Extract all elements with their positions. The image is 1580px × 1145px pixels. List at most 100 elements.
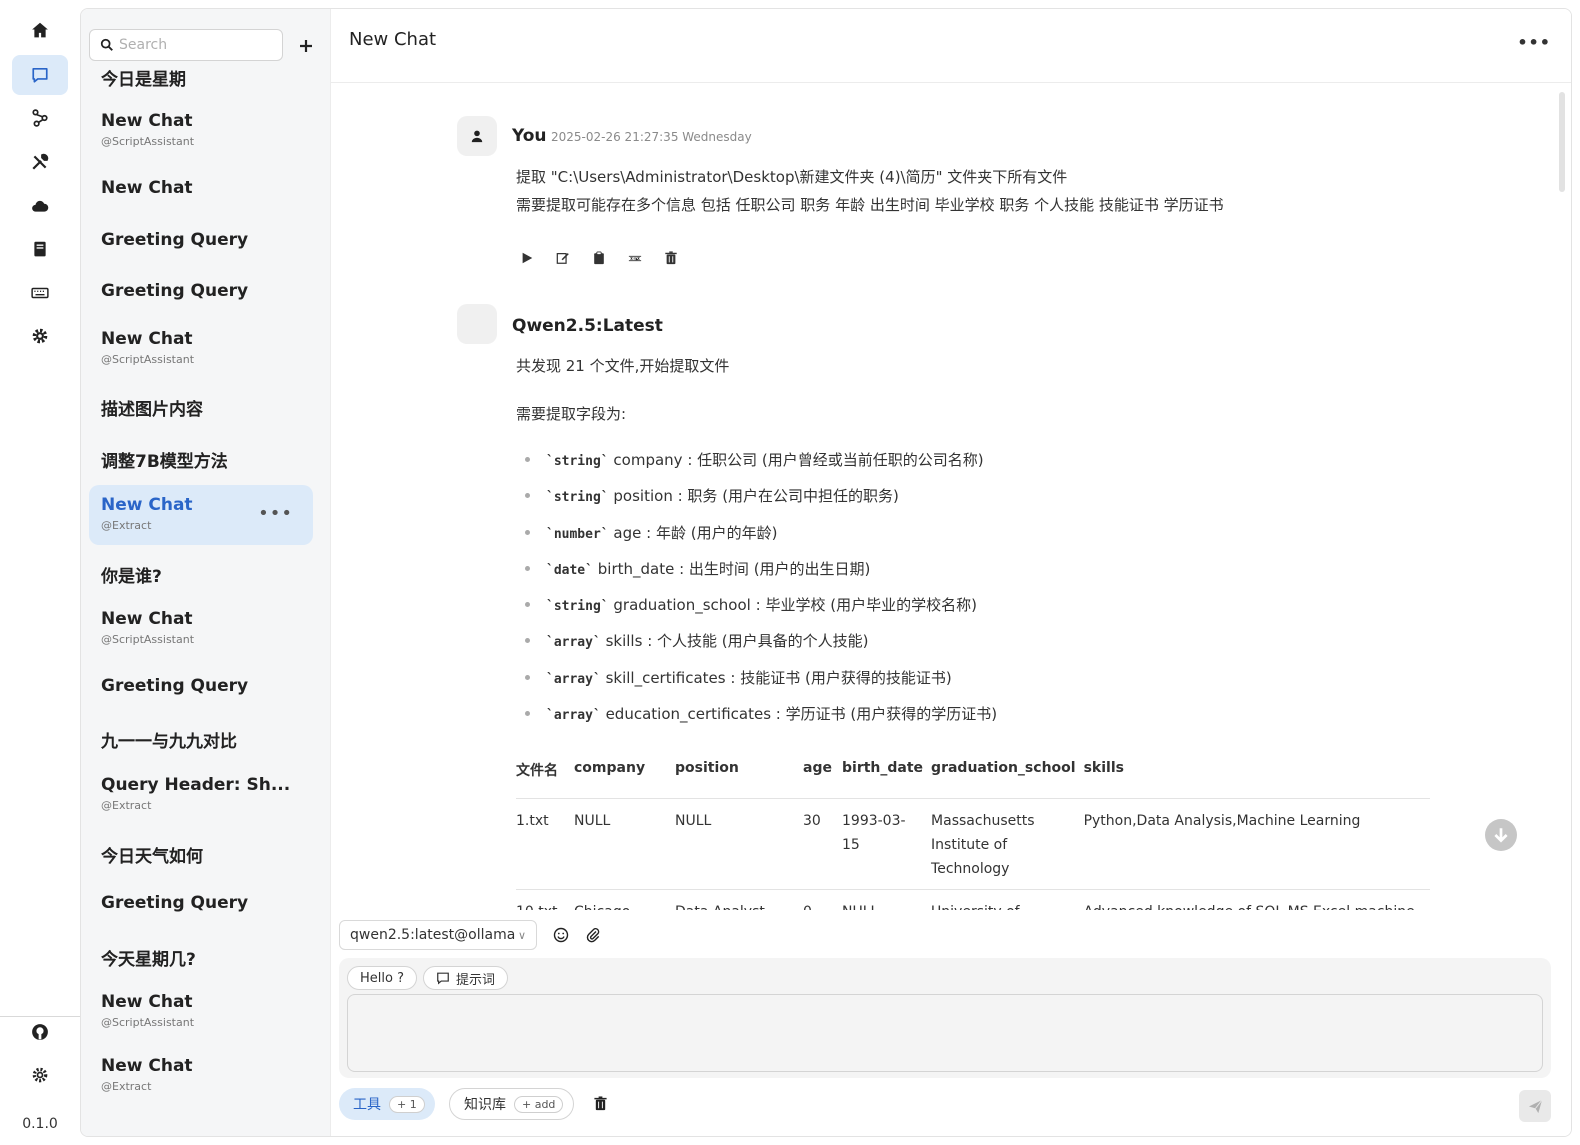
- chat-more-options-icon[interactable]: •••: [258, 503, 293, 524]
- composer: qwen2.5:latest@ollama ∨ Hello ? 提示词 工具 +…: [331, 910, 1571, 1136]
- search-box[interactable]: [89, 29, 283, 61]
- chat-list-item[interactable]: 今日天气如何: [89, 842, 313, 867]
- chat-title: 今日天气如何: [101, 847, 203, 867]
- sun-settings-icon[interactable]: [12, 1055, 68, 1095]
- chat-list-item[interactable]: 你是谁?: [89, 562, 313, 587]
- github-icon[interactable]: [12, 1012, 68, 1052]
- table-header-cell: graduation_school: [931, 760, 1084, 799]
- chat-assistant-tag: @Extract: [101, 1080, 152, 1093]
- chat-title: New Chat: [101, 1056, 193, 1076]
- chat-assistant-tag: @ScriptAssistant: [101, 353, 195, 366]
- scrollbar-thumb[interactable]: [1559, 92, 1565, 192]
- search-input[interactable]: [119, 37, 269, 53]
- chat-list-item[interactable]: Greeting Query: [89, 230, 313, 250]
- chat-list-item[interactable]: New Chat @Extract: [89, 1056, 313, 1093]
- prompt-library-button[interactable]: 提示词: [423, 966, 509, 990]
- user-icon: [471, 130, 483, 143]
- field-description: : 出生时间 (用户的出生日期): [679, 559, 871, 578]
- book-icon[interactable]: [12, 229, 68, 269]
- chat-title: 你是谁?: [101, 567, 162, 587]
- header-more-options-icon[interactable]: •••: [1517, 33, 1551, 52]
- app-version: 0.1.0: [22, 1116, 58, 1132]
- chat-title: Query Header: Sh...: [101, 775, 291, 795]
- chat-title: 今天星期几?: [101, 950, 196, 970]
- knowledge-base-button[interactable]: 知识库 + add: [449, 1088, 575, 1120]
- field-description: : 毕业学校 (用户毕业的学校名称): [755, 596, 977, 615]
- chat-list-item[interactable]: Query Header: Sh... @Extract: [89, 775, 313, 812]
- table-cell: Advanced knowledge of SQL,MS Excel,machi…: [1083, 889, 1430, 910]
- chat-list-item-truncated[interactable]: 今日是星期: [89, 65, 313, 90]
- chat-list-item[interactable]: Greeting Query: [89, 281, 313, 301]
- table-cell: Chicago: [574, 889, 675, 910]
- field-type: `number`: [546, 526, 609, 542]
- message-list: You 2025-02-26 21:27:35 Wednesday 提取 "C:…: [331, 84, 1571, 910]
- field-name: skills: [605, 632, 643, 651]
- attachment-icon[interactable]: [584, 926, 602, 944]
- chat-title: Greeting Query: [101, 230, 249, 250]
- quick-prompt-hello[interactable]: Hello ?: [347, 966, 417, 990]
- table-cell: Data Analyst and: [675, 889, 803, 910]
- play-icon[interactable]: [519, 250, 535, 266]
- home-icon[interactable]: [12, 10, 68, 50]
- table-header-cell: age: [803, 760, 842, 799]
- table-cell: University of: [931, 889, 1084, 910]
- message-sender: Qwen2.5:Latest: [512, 316, 663, 336]
- chip-label: 提示词: [456, 972, 496, 988]
- table-cell: Python,Data Analysis,Machine Learning: [1083, 798, 1430, 890]
- message-actions: [519, 250, 679, 266]
- field-type: `array`: [546, 708, 601, 724]
- chat-icon[interactable]: [12, 55, 68, 95]
- chat-list-item[interactable]: Greeting Query: [89, 676, 313, 696]
- chat-list-item[interactable]: 今天星期几?: [89, 945, 313, 970]
- input-area: Hello ? 提示词: [339, 958, 1551, 1078]
- scroll-to-bottom-button[interactable]: [1485, 819, 1517, 851]
- icon-rail: 0.1.0: [0, 0, 80, 1145]
- field-type: `array`: [546, 635, 601, 651]
- tools-icon[interactable]: [12, 142, 68, 182]
- field-description: : 年龄 (用户的年龄): [646, 523, 778, 542]
- chat-list-item[interactable]: 调整7B模型方法: [89, 447, 313, 472]
- model-select[interactable]: qwen2.5:latest@ollama ∨: [339, 920, 537, 950]
- message-text: 需要提取字段为:: [516, 405, 627, 423]
- chat-assistant-tag: @ScriptAssistant: [101, 135, 195, 148]
- message-input[interactable]: [347, 994, 1543, 1072]
- chat-title: 九一一与九九对比: [101, 732, 237, 752]
- field-description: : 职务 (用户在公司中担任的职务): [677, 487, 899, 506]
- arrow-down-icon: [1494, 828, 1508, 843]
- cloud-icon[interactable]: [12, 186, 68, 226]
- table-row: 1.txt NULL NULL 30 1993-03-15 Massachuse…: [516, 798, 1430, 890]
- chat-list-item[interactable]: New Chat @ScriptAssistant: [89, 111, 313, 148]
- clipboard-icon[interactable]: [591, 250, 607, 266]
- send-button[interactable]: [1519, 1090, 1551, 1122]
- message-sender: You: [512, 126, 547, 146]
- tools-button[interactable]: 工具 + 1: [339, 1088, 435, 1120]
- new-chat-button[interactable]: [295, 35, 317, 57]
- tools-label: 工具: [353, 1097, 381, 1113]
- keyboard-icon[interactable]: [12, 273, 68, 313]
- edit-icon[interactable]: [555, 250, 571, 266]
- chat-list-item-active[interactable]: New Chat @Extract •••: [89, 485, 313, 545]
- settings-icon[interactable]: [12, 316, 68, 356]
- emoji-icon[interactable]: [552, 926, 570, 944]
- knowledge-base-add-badge: + add: [514, 1095, 564, 1113]
- main-frame: 今日是星期 New Chat @ScriptAssistant New Chat…: [80, 8, 1572, 1137]
- share-nodes-icon[interactable]: [12, 98, 68, 138]
- search-icon: [100, 38, 113, 51]
- xml-code-icon[interactable]: [627, 250, 643, 266]
- chat-list-item[interactable]: New Chat @ScriptAssistant: [89, 609, 313, 646]
- knowledge-base-label: 知识库: [464, 1097, 506, 1113]
- clear-trash-icon[interactable]: [593, 1096, 608, 1115]
- chat-list-item[interactable]: Greeting Query: [89, 893, 313, 913]
- trash-icon[interactable]: [663, 250, 679, 266]
- chat-list-item[interactable]: New Chat: [89, 178, 313, 198]
- list-item: `string` position : 职务 (用户在公司中担任的职务): [516, 485, 997, 521]
- chat-list-item[interactable]: 九一一与九九对比: [89, 727, 313, 752]
- chat-list-item[interactable]: New Chat @ScriptAssistant: [89, 329, 313, 366]
- list-item: `date` birth_date : 出生时间 (用户的出生日期): [516, 558, 997, 594]
- field-name: position: [613, 487, 673, 506]
- chevron-down-icon: ∨: [517, 929, 526, 942]
- chat-list-item[interactable]: New Chat @ScriptAssistant: [89, 992, 313, 1029]
- chat-list-item[interactable]: 描述图片内容: [89, 395, 313, 420]
- table-cell: 0: [803, 889, 842, 910]
- chip-label: Hello ?: [360, 970, 404, 986]
